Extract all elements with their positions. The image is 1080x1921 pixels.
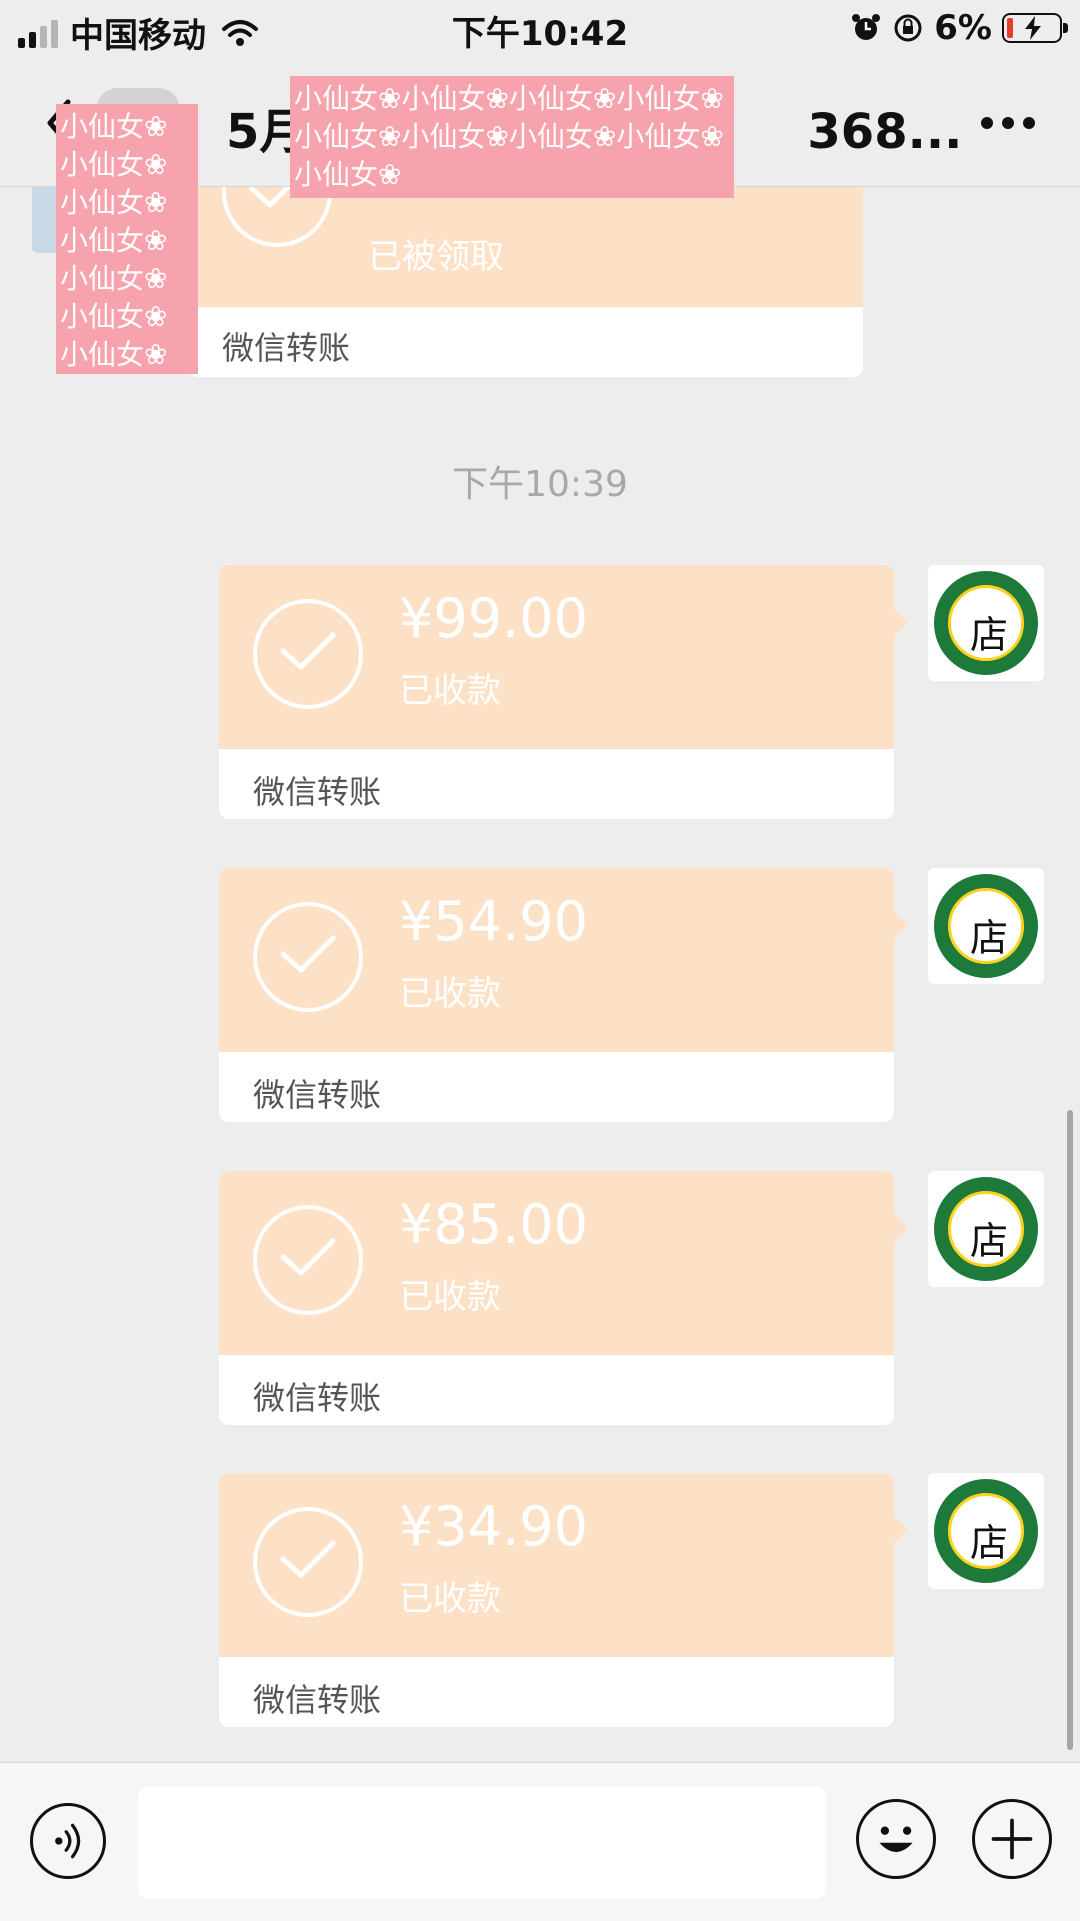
rotation-lock-icon (894, 14, 922, 42)
transfer-amount: ¥85.00 (399, 1193, 588, 1256)
transfer-label: 微信转账 (253, 773, 382, 811)
transfer-card[interactable]: ¥85.00 已收款 微信转账 (219, 1171, 894, 1425)
partial-transfer-card[interactable]: 已被领取 微信转账 (188, 187, 863, 377)
more-icon[interactable] (980, 116, 1036, 130)
partial-transfer-status: 已被领取 (368, 237, 504, 277)
alarm-icon (852, 14, 881, 40)
transfer-amount: ¥34.90 (399, 1495, 588, 1558)
transfer-amount: ¥54.90 (399, 890, 588, 953)
transfer-status: 已收款 (399, 671, 501, 711)
transfer-label: 微信转账 (253, 1681, 382, 1719)
battery-icon (1002, 13, 1068, 43)
transfer-card[interactable]: ¥34.90 已收款 微信转账 (219, 1473, 894, 1727)
check-circle-icon (253, 1507, 363, 1617)
plus-icon[interactable] (972, 1799, 1052, 1879)
check-circle-icon (253, 902, 363, 1012)
check-circle-icon (253, 599, 363, 709)
status-right: 6% (850, 8, 1068, 48)
check-circle-icon (253, 1205, 363, 1315)
transfer-status: 已收款 (399, 1579, 501, 1619)
input-bar (0, 1762, 1080, 1921)
shop-logo: 店 (934, 874, 1038, 978)
transfer-status: 已收款 (399, 974, 501, 1014)
voice-icon[interactable] (30, 1803, 106, 1879)
emoji-icon[interactable] (856, 1799, 936, 1879)
chat-title-end: 368... (807, 104, 963, 160)
transfer-label: 微信转账 (253, 1379, 382, 1417)
transfer-card[interactable]: ¥99.00 已收款 微信转账 (219, 565, 894, 819)
message-input[interactable] (138, 1787, 826, 1899)
transfer-status: 已收款 (399, 1277, 501, 1317)
chat-timestamp: 下午10:39 (452, 464, 628, 505)
shop-avatar[interactable]: 店 (928, 1473, 1044, 1589)
shop-avatar[interactable]: 店 (928, 1171, 1044, 1287)
battery-percent: 6% (934, 8, 992, 48)
chat-scrollbar[interactable] (1067, 1110, 1073, 1750)
transfer-card[interactable]: ¥54.90 已收款 微信转账 (219, 868, 894, 1122)
redaction-overlay: 小仙女❀小仙女❀小仙女❀小仙女❀小仙女❀小仙女❀小仙女❀小仙女❀小仙女❀ (56, 104, 198, 374)
chat-area[interactable]: 已被领取 微信转账 下午10:39 ¥99.00 已收款 微信转账 店 ¥54.… (0, 187, 1080, 1761)
shop-avatar[interactable]: 店 (928, 565, 1044, 681)
status-bar: 中国移动 下午10:42 6% (0, 0, 1080, 58)
partial-transfer-label: 微信转账 (222, 329, 351, 367)
transfer-label: 微信转账 (253, 1076, 382, 1114)
shop-logo: 店 (934, 1479, 1038, 1583)
shop-logo: 店 (934, 1177, 1038, 1281)
redaction-overlay: 小仙女❀小仙女❀小仙女❀小仙女❀小仙女❀小仙女❀小仙女❀小仙女❀小仙女❀ (290, 76, 734, 198)
transfer-amount: ¥99.00 (399, 587, 588, 650)
shop-avatar[interactable]: 店 (928, 868, 1044, 984)
shop-logo: 店 (934, 571, 1038, 675)
